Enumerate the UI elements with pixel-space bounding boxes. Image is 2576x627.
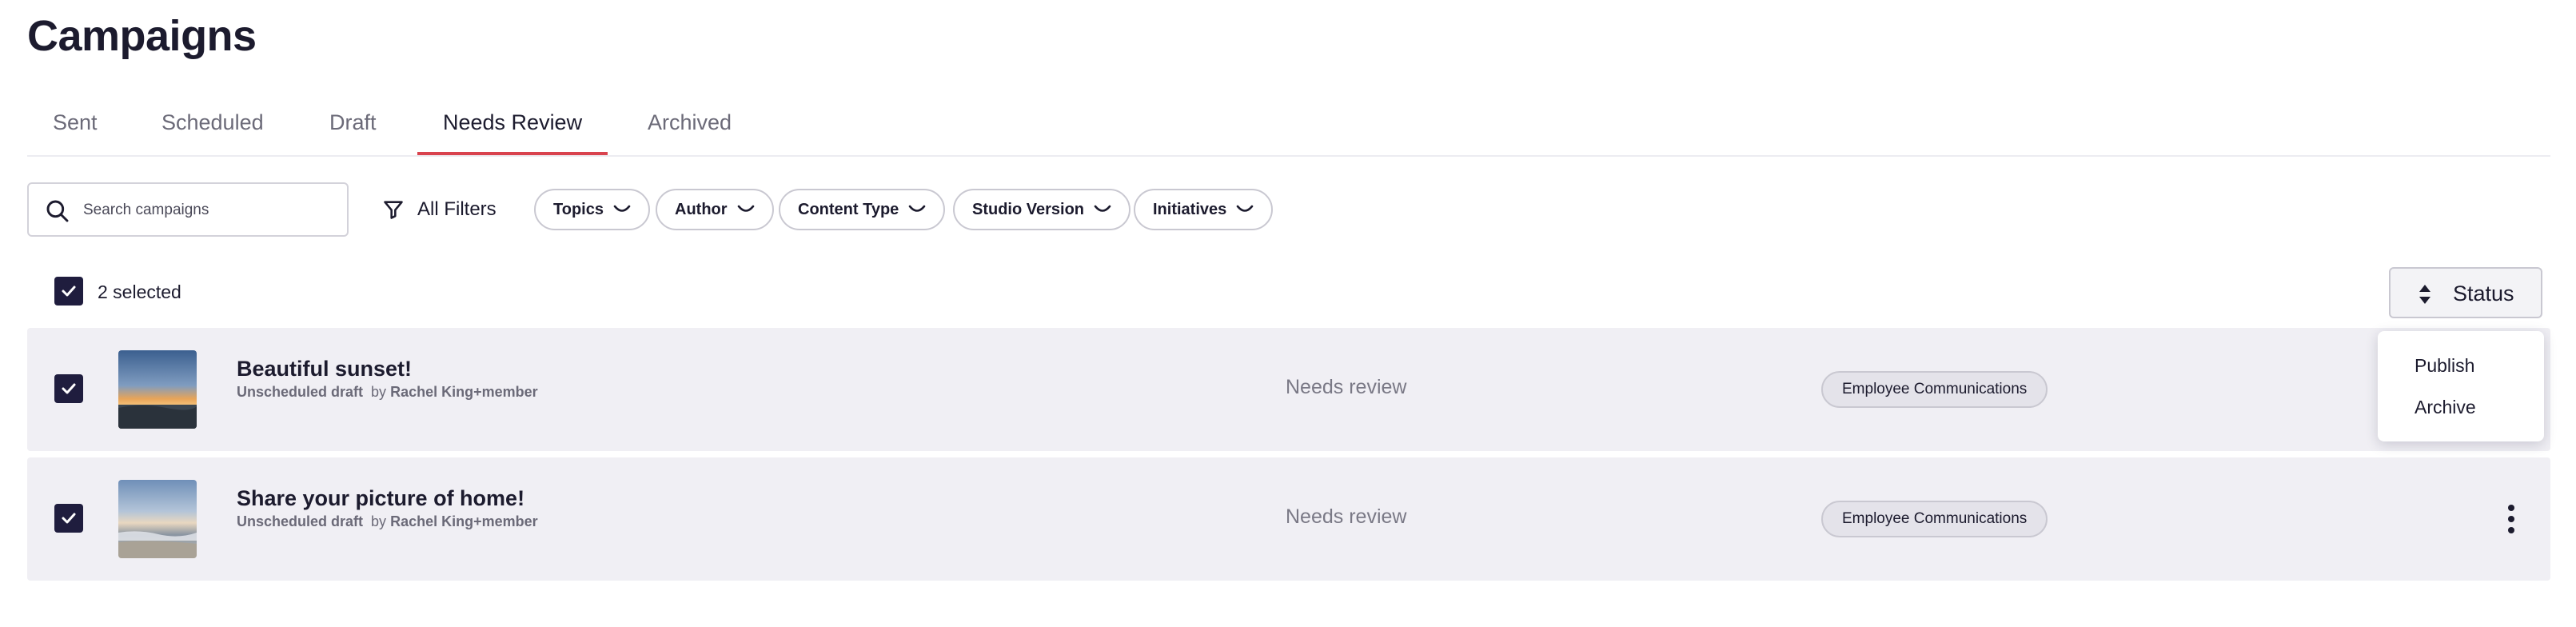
tab-scheduled[interactable]: Scheduled [161, 110, 264, 135]
table-row[interactable]: Beautiful sunset! Unscheduled draft by R… [27, 328, 2550, 451]
chevron-down-icon [737, 205, 754, 212]
author-name: Rachel King+member [390, 513, 538, 529]
campaign-title[interactable]: Share your picture of home! [237, 486, 524, 511]
by-label: by [371, 384, 387, 400]
menu-item-publish[interactable]: Publish [2415, 355, 2474, 377]
more-options-icon[interactable] [2506, 504, 2517, 534]
campaign-thumbnail [118, 480, 197, 558]
search-icon [46, 200, 69, 222]
initiative-tag-label: Employee Communications [1842, 510, 2028, 527]
status-sort-button[interactable]: Status [2389, 267, 2542, 318]
chevron-down-icon [613, 205, 631, 212]
campaign-meta: Unscheduled draft by Rachel King+member [237, 384, 538, 401]
tab-sent[interactable]: Sent [53, 110, 98, 135]
filter-chip-content-type[interactable]: Content Type [779, 189, 946, 230]
campaign-title[interactable]: Beautiful sunset! [237, 357, 412, 381]
all-filters-button[interactable]: All Filters [382, 192, 496, 227]
filter-chip-label: Topics [553, 200, 604, 218]
menu-item-archive[interactable]: Archive [2415, 397, 2476, 418]
author-name: Rachel King+member [390, 384, 538, 400]
status-text: Needs review [1286, 505, 1407, 528]
selected-count: 2 selected [98, 282, 181, 302]
tab-archived[interactable]: Archived [648, 110, 732, 135]
initiative-tag: Employee Communications [1821, 501, 2048, 537]
row-checkbox[interactable] [54, 374, 83, 403]
filter-chip-label: Initiatives [1153, 200, 1227, 218]
initiative-tag-label: Employee Communications [1842, 381, 2028, 397]
sunset-photo [118, 350, 197, 429]
tab-bar: Sent Scheduled Draft Needs Review Archiv… [27, 102, 2550, 157]
initiative-tag: Employee Communications [1821, 371, 2048, 408]
filter-chip-topics[interactable]: Topics [534, 189, 650, 230]
status-sort-label: Status [2453, 282, 2514, 306]
draft-state: Unscheduled draft [237, 513, 364, 529]
beach-photo [118, 480, 197, 558]
filter-icon [384, 201, 403, 219]
search-box [27, 182, 349, 237]
filter-chip-label: Studio Version [972, 200, 1085, 218]
status-dropdown-menu: Publish Archive [2378, 331, 2544, 441]
row-checkbox[interactable] [54, 504, 83, 533]
campaign-thumbnail [118, 350, 197, 429]
draft-state: Unscheduled draft [237, 384, 364, 400]
checkmark-icon [62, 513, 76, 524]
search-input[interactable] [83, 195, 339, 226]
filter-chip-label: Content Type [798, 200, 899, 218]
chevron-down-icon [1236, 205, 1254, 212]
campaign-meta: Unscheduled draft by Rachel King+member [237, 513, 538, 530]
status-text: Needs review [1286, 376, 1407, 398]
all-filters-label: All Filters [417, 198, 496, 220]
tab-needs-review[interactable]: Needs Review [443, 110, 582, 135]
filter-chip-initiatives[interactable]: Initiatives [1134, 189, 1274, 230]
checkmark-icon [62, 286, 76, 297]
page-title: Campaigns [27, 12, 257, 60]
tab-draft[interactable]: Draft [329, 110, 377, 135]
chevron-down-icon [1094, 205, 1111, 212]
select-all-checkbox[interactable] [54, 277, 83, 306]
active-tab-indicator [417, 152, 608, 155]
table-row[interactable]: Share your picture of home! Unscheduled … [27, 457, 2550, 581]
filter-chip-label: Author [675, 200, 728, 218]
chevron-down-icon [908, 205, 926, 212]
checkmark-icon [62, 383, 76, 394]
filter-chip-author[interactable]: Author [656, 189, 774, 230]
sort-icon [2419, 285, 2430, 304]
filter-chip-studio-version[interactable]: Studio Version [953, 189, 1131, 230]
by-label: by [371, 513, 387, 529]
